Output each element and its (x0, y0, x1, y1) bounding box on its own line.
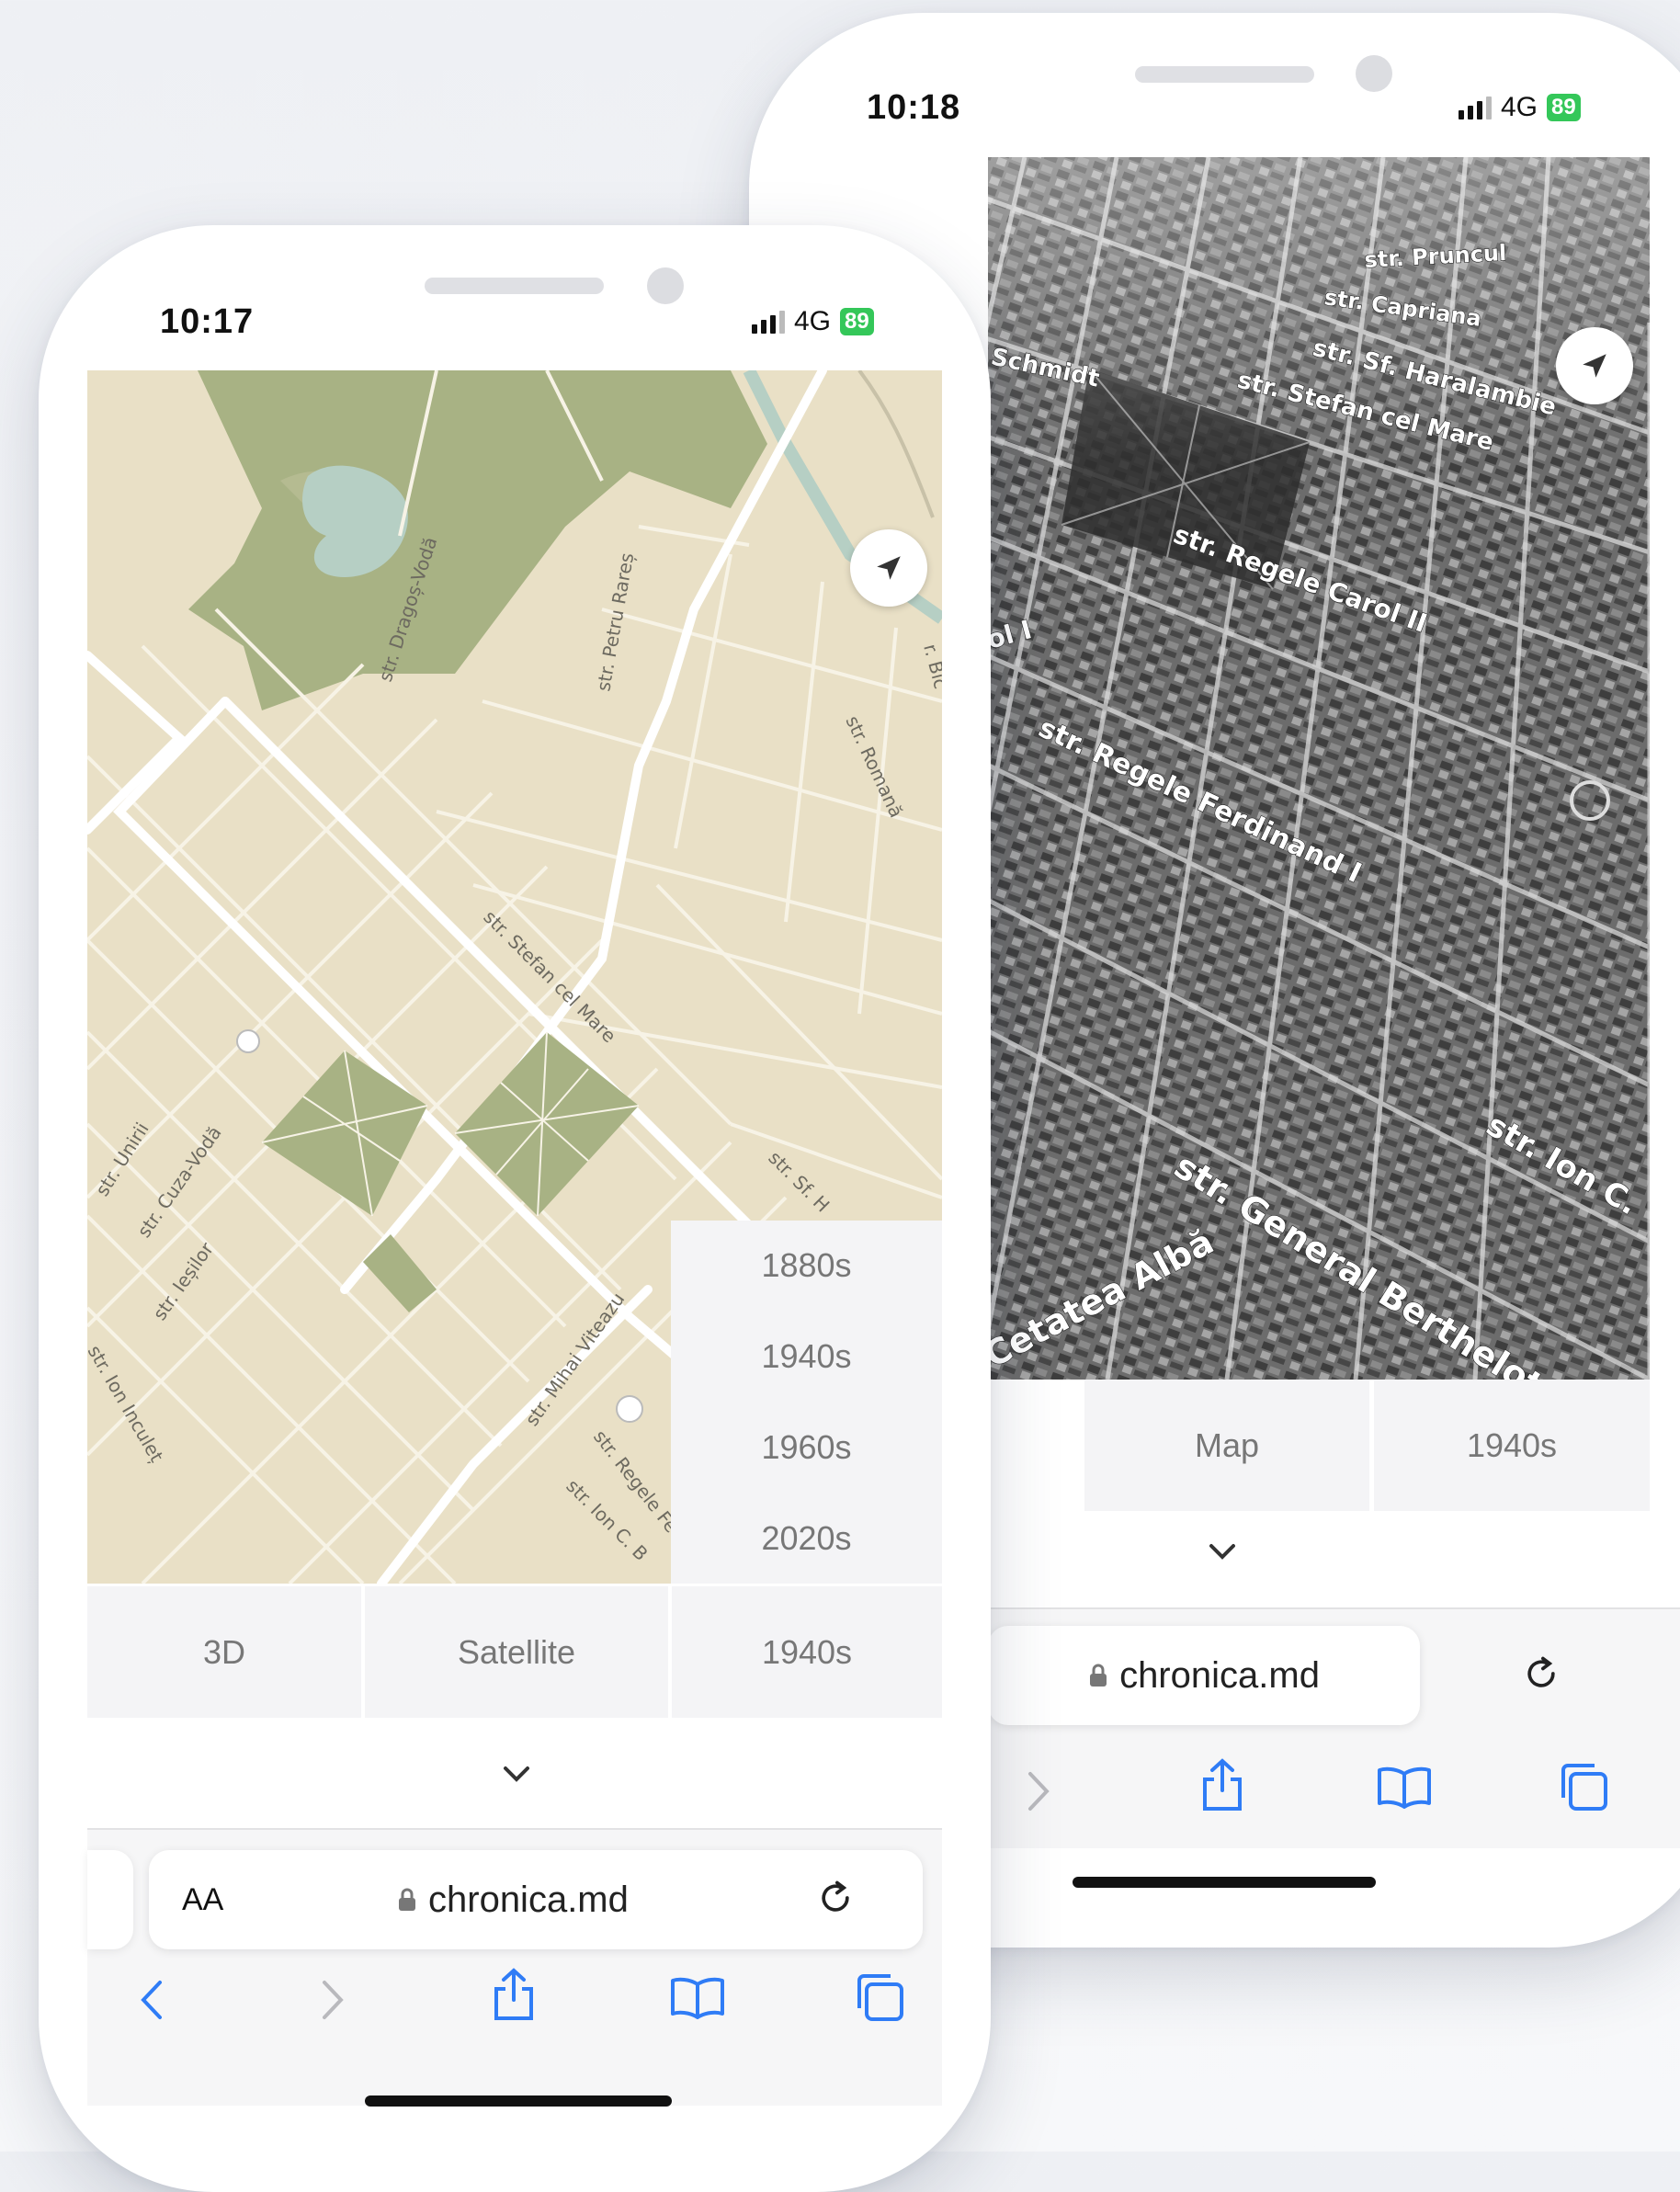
tabs-button[interactable] (854, 1971, 905, 2027)
mode-label: 3D (202, 1632, 246, 1671)
book-icon (671, 1977, 724, 2019)
address-bar[interactable]: AA chronica.md (149, 1850, 923, 1949)
collapse-chevron[interactable] (498, 1763, 535, 1789)
period-selector[interactable]: 1940s (672, 1586, 942, 1718)
period-option-1940s[interactable]: 1940s (671, 1312, 942, 1403)
period-option-1880s[interactable]: 1880s (671, 1221, 942, 1312)
share-button[interactable] (1199, 1757, 1245, 1817)
tabs-icon (857, 1974, 903, 2021)
period-option-1960s[interactable]: 1960s (671, 1403, 942, 1494)
camera-dot (647, 267, 684, 304)
signal-icon (1459, 96, 1492, 119)
share-icon (1203, 1758, 1242, 1811)
speaker-notch (1135, 66, 1314, 83)
status-indicators: 4G 89 (1459, 92, 1581, 123)
signal-icon (752, 310, 785, 334)
address-bar[interactable]: chronica.md (988, 1626, 1420, 1725)
tabs-button[interactable] (1558, 1761, 1609, 1817)
front-phone: 10:17 4G 89 str. Dragoș-Vodă str. Petru … (39, 225, 991, 2192)
period-label: 1940s (761, 1632, 853, 1671)
chevron-right-icon (1028, 1772, 1050, 1811)
url-display: chronica.md (1088, 1655, 1320, 1697)
reload-icon (1527, 1656, 1555, 1687)
lock-icon (399, 1888, 415, 1911)
bookmarks-button[interactable] (1376, 1765, 1433, 1813)
view-label: Map (1194, 1425, 1260, 1464)
battery-icon: 89 (840, 308, 874, 335)
status-time: 10:18 (867, 88, 961, 127)
home-indicator (365, 2095, 672, 2107)
tabs-icon (1561, 1764, 1607, 1811)
status-time: 10:17 (160, 302, 255, 341)
previous-tab-edge (87, 1850, 133, 1949)
reload-button[interactable] (815, 1878, 856, 1923)
chevron-left-icon (141, 1981, 162, 2019)
book-icon (1378, 1766, 1431, 1809)
forward-button[interactable] (1025, 1770, 1052, 1817)
view-toggle-satellite[interactable]: Satellite (365, 1586, 668, 1718)
bookmarks-button[interactable] (669, 1975, 726, 2024)
reload-button[interactable] (1521, 1653, 1561, 1698)
forward-button[interactable] (319, 1979, 346, 2026)
camera-dot (1356, 55, 1392, 92)
url-text: chronica.md (1119, 1654, 1320, 1696)
locate-button[interactable] (1556, 327, 1633, 404)
period-option-2020s[interactable]: 2020s (671, 1493, 942, 1584)
view-label: Satellite (457, 1632, 576, 1671)
reader-aa-button[interactable]: AA (182, 1882, 223, 1918)
view-toggle-map[interactable]: Map (1084, 1380, 1369, 1511)
period-label: 1940s (1466, 1425, 1558, 1464)
street-map[interactable]: str. Dragoș-Vodă str. Petru Rareș r. Bîc… (87, 370, 942, 1584)
url-text: chronica.md (428, 1879, 629, 1920)
share-button[interactable] (491, 1967, 537, 2027)
network-label: 4G (1501, 92, 1538, 122)
chevron-down-icon (504, 1766, 529, 1782)
location-arrow-icon (1583, 354, 1606, 378)
home-indicator (1073, 1877, 1376, 1888)
period-selector[interactable]: 1940s (1374, 1380, 1650, 1511)
location-arrow-icon (877, 556, 901, 580)
lock-icon (1090, 1664, 1107, 1687)
locate-button[interactable] (850, 529, 927, 607)
chevron-down-icon (1209, 1544, 1235, 1560)
url-display: chronica.md (397, 1880, 629, 1921)
period-dropdown: 1880s 1940s 1960s 2020s (671, 1221, 942, 1584)
share-icon (494, 1968, 533, 2020)
status-indicators: 4G 89 (752, 306, 874, 337)
chevron-right-icon (323, 1981, 344, 2019)
speaker-notch (425, 278, 604, 294)
back-button[interactable] (138, 1979, 165, 2026)
reload-icon (822, 1880, 849, 1912)
network-label: 4G (794, 306, 832, 336)
battery-icon: 89 (1547, 94, 1581, 121)
mode-toggle-3d[interactable]: 3D (87, 1586, 361, 1718)
collapse-chevron[interactable] (1204, 1540, 1241, 1567)
